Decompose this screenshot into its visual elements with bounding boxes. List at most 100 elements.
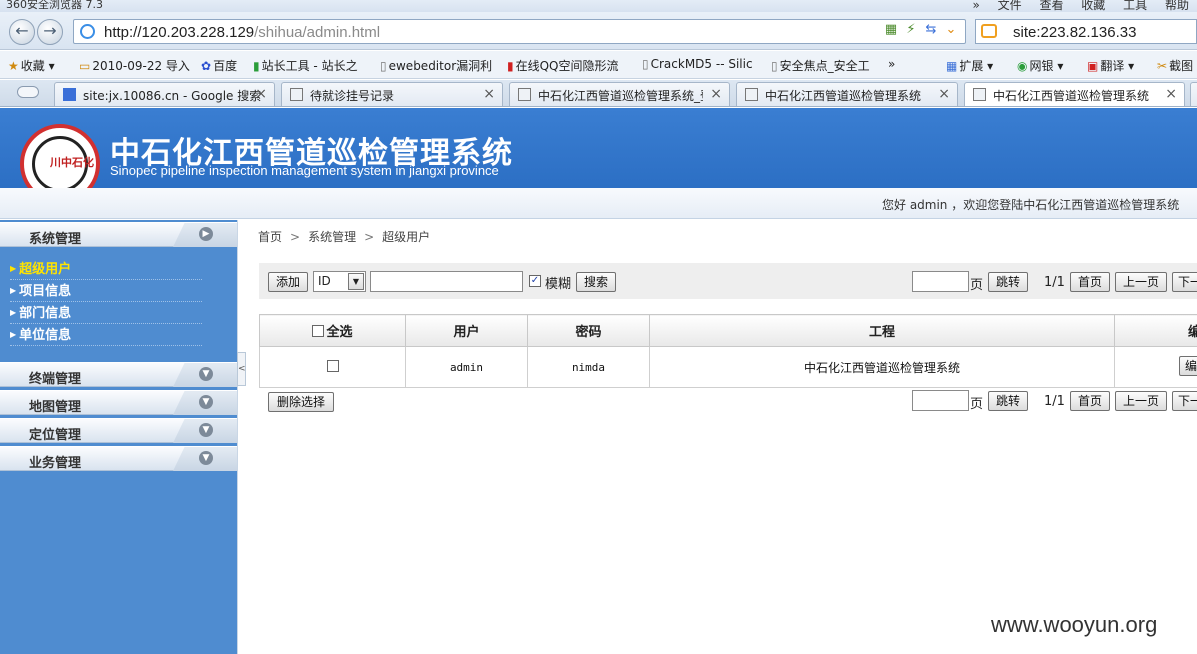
first-page-button-bottom[interactable]: 首页 (1070, 391, 1110, 411)
section-toggle[interactable]: ▶ (173, 223, 237, 247)
breadcrumb: 首页 > 系统管理 > 超级用户 (258, 228, 430, 245)
search-button[interactable]: 搜索 (576, 272, 616, 292)
row-checkbox[interactable] (326, 359, 339, 372)
tab-pipeline-system[interactable]: 中石化江西管道巡检管理系统 × (736, 82, 958, 106)
sidebar-section-map[interactable]: 地图管理 ▼ (0, 390, 237, 415)
menu-help[interactable]: 帮助 (1165, 0, 1189, 12)
tab-pipeline-login[interactable]: 中石化江西管道巡检管理系统_登 × (509, 82, 730, 106)
bookmark-favorites[interactable]: ★ 收藏 ▾ (8, 57, 55, 74)
page-number-input[interactable] (912, 271, 969, 292)
select-all-header[interactable]: 全选 (259, 314, 406, 347)
bookmark-label: 站长工具 - 站长之 (261, 59, 358, 73)
section-toggle[interactable]: ▼ (173, 391, 237, 415)
back-button[interactable]: ← (9, 19, 35, 45)
breadcrumb-current: 超级用户 (382, 230, 431, 244)
star-icon: ★ (8, 59, 19, 73)
next-page-button[interactable]: 下一页 (1172, 272, 1197, 292)
search-engine-icon[interactable] (981, 24, 997, 38)
next-page-button-bottom[interactable]: 下一页 (1172, 391, 1197, 411)
delete-selected-button[interactable]: 删除选择 (268, 392, 334, 412)
column-header-project: 工程 (649, 314, 1115, 347)
url-host: http://120.203.228.129 (104, 24, 255, 41)
sidebar-divider (237, 220, 238, 654)
sidebar-item-department-info[interactable]: ▶ 部门信息 (10, 302, 202, 324)
breadcrumb-home[interactable]: 首页 (258, 230, 282, 244)
tab-close-icon[interactable]: × (483, 86, 495, 102)
bookmark-chinaz[interactable]: ▮ 站长工具 - 站长之 (253, 57, 358, 74)
sidebar-item-super-user[interactable]: ▶ 超级用户 (10, 258, 202, 280)
menu-favorites[interactable]: 收藏 (1081, 0, 1105, 12)
url-input[interactable]: http://120.203.228.129/shihua/admin.html… (73, 19, 966, 44)
bookmark-xfocus[interactable]: ▯ 安全焦点_安全工 (771, 57, 870, 74)
jump-button[interactable]: 跳转 (988, 272, 1028, 292)
first-page-button[interactable]: 首页 (1070, 272, 1110, 292)
sidebar-section-terminal[interactable]: 终端管理 ▼ (0, 362, 237, 387)
bookmark-translate[interactable]: ▣ 翻译 ▾ (1087, 57, 1134, 74)
compat-mode-icon[interactable]: ⇆ (921, 22, 941, 37)
bookmark-label: 翻译 (1100, 59, 1125, 73)
prev-page-button-bottom[interactable]: 上一页 (1115, 391, 1167, 411)
sidebar-item-project-info[interactable]: ▶ 项目信息 (10, 280, 202, 302)
tab-google-search[interactable]: site:jx.10086.cn - Google 搜索 × (54, 82, 275, 106)
section-toggle[interactable]: ▼ (173, 419, 237, 443)
section-toggle[interactable]: ▼ (173, 363, 237, 387)
page-icon: ▯ (771, 59, 778, 73)
bookmark-label: ewebeditor漏洞利 (388, 59, 493, 73)
bookmarks-more[interactable]: » (888, 57, 895, 71)
menu-file[interactable]: 文件 (998, 0, 1022, 12)
menu-tools[interactable]: 工具 (1123, 0, 1147, 12)
sidebar-collapse-button[interactable]: < (237, 352, 246, 386)
url-tools: ▦ ⚡ ⇆ ⌄ (881, 22, 961, 41)
sidebar-section-business[interactable]: 业务管理 ▼ (0, 446, 237, 471)
search-engine-input[interactable]: site:223.82.136.33 (975, 19, 1197, 44)
add-button[interactable]: 添加 (268, 272, 308, 292)
bottom-toolbar: 删除选择 页 跳转 1/1 首页 上一页 下一页 (259, 389, 1197, 413)
tab-pipeline-system-active[interactable]: 中石化江西管道巡检管理系统 × (964, 82, 1185, 106)
sidebar-section-system[interactable]: 系统管理 ▶ (0, 222, 237, 247)
triangle-right-icon: ▶ (10, 264, 17, 273)
bookmark-crackmd5[interactable]: ▯ CrackMD5 -- Silic (642, 57, 753, 71)
bookmark-qq-space[interactable]: ▮ 在线QQ空间隐形流 (507, 57, 619, 74)
site-favicon-icon (518, 88, 531, 101)
tab-close-icon[interactable]: × (1165, 86, 1177, 102)
select-all-checkbox[interactable] (312, 325, 325, 337)
jump-button-bottom[interactable]: 跳转 (988, 391, 1028, 411)
forward-arrow-icon: → (43, 21, 57, 40)
menu-view[interactable]: 查看 (1039, 0, 1063, 12)
tab-close-icon[interactable]: × (710, 86, 722, 102)
search-input[interactable] (370, 271, 523, 292)
prev-page-button[interactable]: 上一页 (1115, 272, 1167, 292)
tab-close-icon[interactable]: × (255, 86, 267, 102)
sidebar-item-unit-info[interactable]: ▶ 单位信息 (10, 324, 202, 346)
search-query-text: site:223.82.136.33 (1013, 24, 1137, 41)
page-icon (290, 88, 303, 101)
qr-code-icon[interactable]: ▦ (881, 22, 901, 37)
tab-appointment-records[interactable]: 待就诊挂号记录 × (281, 82, 503, 106)
page-icon: ▯ (380, 59, 387, 73)
filter-field-select[interactable]: ID ▼ (313, 271, 366, 292)
bookmark-ewebeditor[interactable]: ▯ ewebeditor漏洞利 (380, 57, 492, 74)
bookmark-baidu[interactable]: ✿ 百度 (201, 57, 237, 74)
select-arrow-icon: ▼ (348, 273, 364, 290)
column-header-user: 用户 (405, 314, 528, 347)
bookmark-screenshot[interactable]: ✂ 截图 (1157, 57, 1193, 74)
cloud-icon[interactable] (17, 86, 39, 98)
page-number-input-bottom[interactable] (912, 390, 969, 411)
menu-more[interactable]: » (972, 0, 979, 12)
forward-button[interactable]: → (37, 19, 63, 45)
tab-partial[interactable] (1190, 82, 1197, 106)
section-toggle[interactable]: ▼ (173, 447, 237, 471)
bookmark-folder-import[interactable]: ▭ 2010-09-22 导入 (79, 57, 190, 74)
breadcrumb-section[interactable]: 系统管理 (308, 230, 356, 244)
bookmark-label: 在线QQ空间隐形流 (515, 59, 619, 73)
tab-close-icon[interactable]: × (938, 86, 950, 102)
bookmark-extensions[interactable]: ▦ 扩展 ▾ (946, 57, 993, 74)
sidebar-section-positioning[interactable]: 定位管理 ▼ (0, 418, 237, 443)
tab-label: 中石化江西管道巡检管理系统_登 (538, 89, 703, 103)
dropdown-chevron-icon[interactable]: ⌄ (941, 22, 961, 37)
fuzzy-checkbox[interactable]: ✓ (529, 275, 541, 287)
edit-button[interactable]: 编辑 (1179, 355, 1197, 376)
lightning-icon[interactable]: ⚡ (901, 22, 921, 37)
bookmark-ebank[interactable]: ◉ 网银 ▾ (1017, 57, 1063, 74)
super-user-table: 全选 用户 密码 工程 编辑 admin nimda 中石化江西管道巡检管理系统… (259, 314, 1197, 388)
